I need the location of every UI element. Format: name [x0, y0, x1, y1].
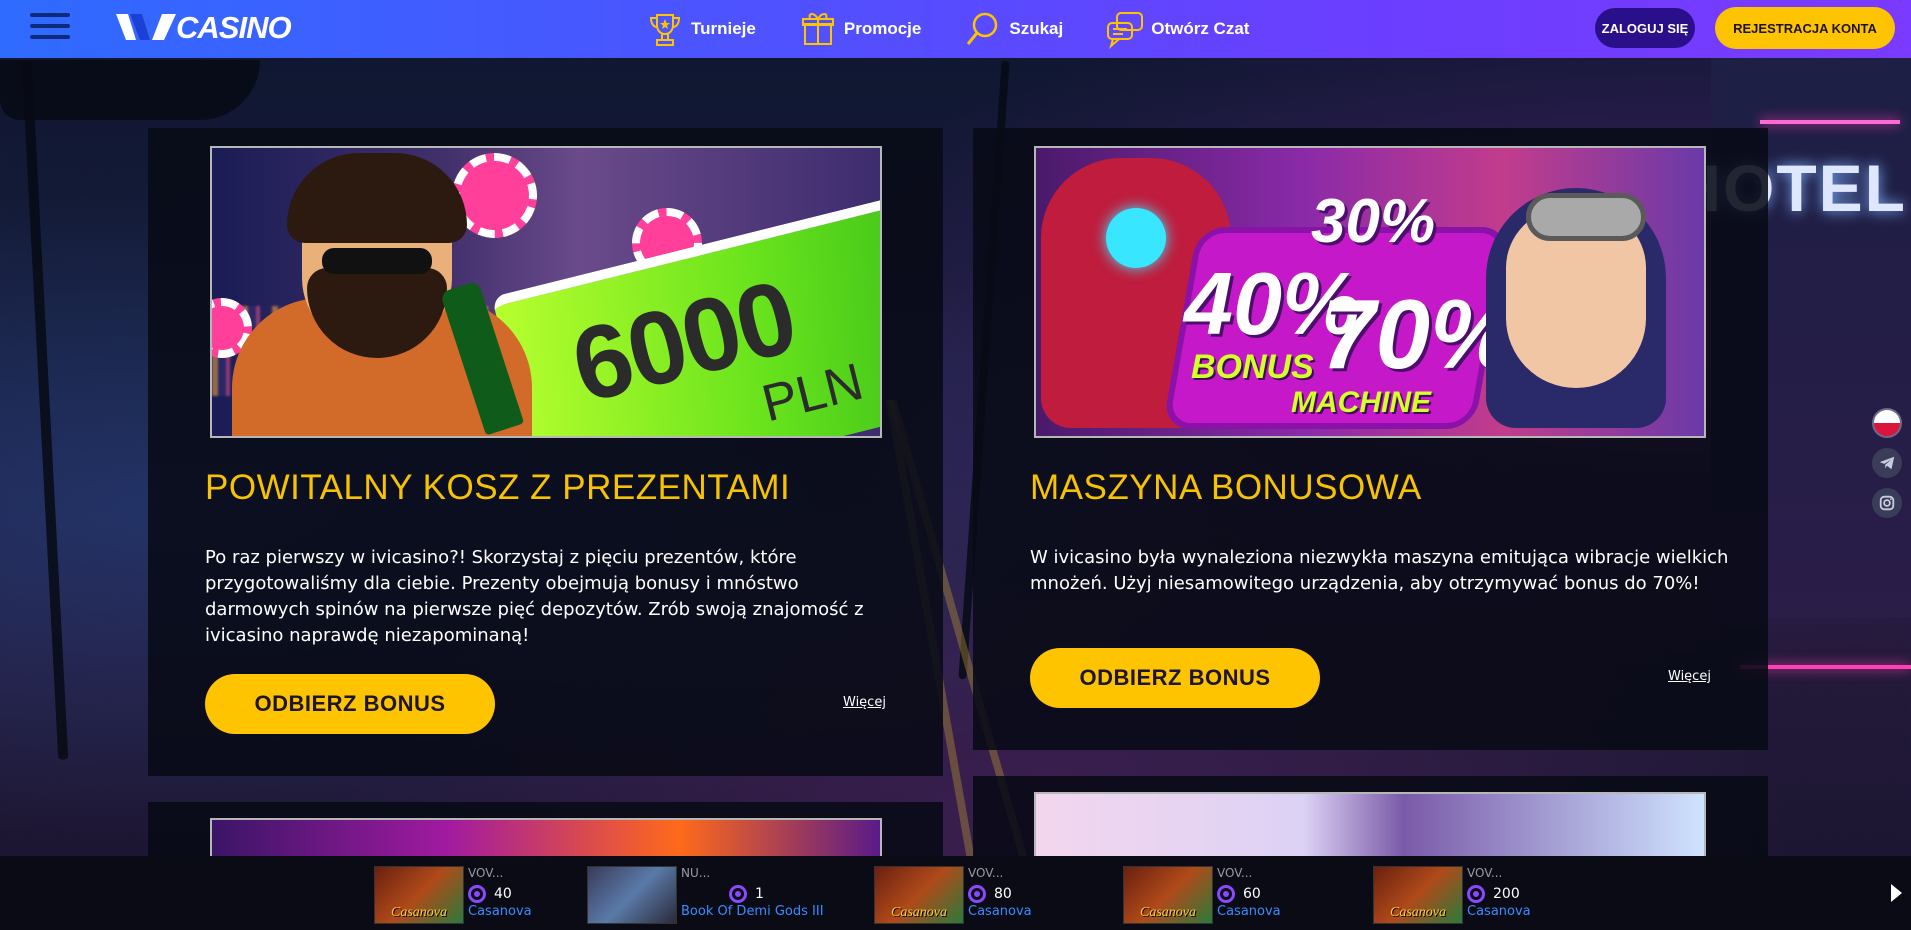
- promo-card-welcome: 6000 PLN POWITALNY KOSZ Z PREZENTAMI Po …: [148, 128, 943, 776]
- side-social-icons: [1872, 408, 1904, 528]
- top-navbar: CASINO Turnieje Promocje Szukaj Otwórz C…: [0, 0, 1911, 58]
- winner-username: VOV...: [1217, 866, 1253, 880]
- coin-icon: [1467, 885, 1485, 903]
- promo-banner-bonus-machine[interactable]: 30% 40% 70% BONUS MACHINE: [1034, 146, 1706, 438]
- winner-item[interactable]: Casanova VOV... 200 Casanova: [1373, 866, 1531, 924]
- winner-game-link[interactable]: Casanova: [1217, 904, 1281, 919]
- winner-amount-row: 1: [681, 884, 824, 904]
- more-link[interactable]: Więcej: [1668, 669, 1711, 684]
- poland-flag-icon[interactable]: [1872, 408, 1902, 438]
- coin-icon: [968, 885, 986, 903]
- winner-info: VOV... 200 Casanova: [1467, 866, 1531, 922]
- winner-username: VOV...: [468, 866, 504, 880]
- coin-icon: [729, 885, 747, 903]
- register-button[interactable]: REJESTRACJA KONTA: [1715, 7, 1895, 49]
- game-thumbnail: [587, 866, 677, 924]
- winner-info: VOV... 60 Casanova: [1217, 866, 1281, 922]
- nav-label: Turnieje: [691, 19, 756, 38]
- character-goggles: [1526, 193, 1646, 241]
- instagram-icon[interactable]: [1872, 488, 1902, 518]
- promo-card-bonus-machine: 30% 40% 70% BONUS MACHINE MASZYNA BONUSO…: [973, 128, 1768, 750]
- promo-title: MASZYNA BONUSOWA: [1030, 468, 1422, 507]
- winner-info: VOV... 40 Casanova: [468, 866, 532, 922]
- winner-info: VOV... 80 Casanova: [968, 866, 1032, 922]
- nav-label: Szukaj: [1009, 19, 1064, 38]
- nav-label: Promocje: [843, 19, 922, 38]
- winner-game-link[interactable]: Casanova: [968, 904, 1032, 919]
- game-thumbnail: Casanova: [1373, 866, 1463, 924]
- coin-icon: [1217, 885, 1235, 903]
- promo-title: POWITALNY KOSZ Z PREZENTAMI: [205, 468, 791, 507]
- character-sunglasses: [322, 248, 432, 274]
- winner-amount: 200: [1493, 886, 1520, 902]
- more-link[interactable]: Więcej: [843, 695, 886, 710]
- nav-promotions[interactable]: Promocje: [798, 9, 921, 49]
- winner-amount: 80: [994, 886, 1012, 902]
- game-thumbnail: Casanova: [374, 866, 464, 924]
- neon-strip: [1760, 120, 1900, 124]
- chat-icon: [1107, 12, 1144, 49]
- promo-description: W ivicasino była wynaleziona niezwykła m…: [1030, 547, 1729, 594]
- coin-icon: [468, 885, 486, 903]
- winner-amount-row: 60: [1217, 884, 1281, 904]
- winner-amount-row: 200: [1467, 884, 1531, 904]
- winner-item[interactable]: Casanova VOV... 60 Casanova: [1123, 866, 1281, 924]
- nav-open-chat[interactable]: Otwórz Czat: [1105, 9, 1249, 49]
- winner-amount-row: 40: [468, 884, 532, 904]
- login-button[interactable]: ZALOGUJ SIĘ: [1595, 8, 1695, 48]
- promo-banner-welcome[interactable]: 6000 PLN: [210, 146, 882, 438]
- promo-description: Po raz pierwszy w ivicasino?! Skorzystaj…: [205, 547, 864, 646]
- claim-bonus-button[interactable]: ODBIERZ BONUS: [205, 674, 495, 734]
- nav-tournaments[interactable]: Turnieje: [645, 9, 756, 49]
- palm-silhouette: [21, 60, 69, 760]
- winner-game-link[interactable]: Book Of Demi Gods III: [681, 904, 824, 919]
- gift-icon: [801, 13, 834, 45]
- claim-bonus-button[interactable]: ODBIERZ BONUS: [1030, 648, 1320, 708]
- banner-word: MACHINE: [1291, 386, 1431, 419]
- search-icon: [967, 12, 998, 45]
- game-thumbnail: Casanova: [874, 866, 964, 924]
- winner-username: VOV...: [1467, 866, 1503, 880]
- trophy-icon: [649, 14, 681, 46]
- robot-eye: [1106, 208, 1166, 268]
- winner-amount: 60: [1243, 886, 1261, 902]
- winner-username: NU...: [681, 866, 711, 880]
- main-nav: Turnieje Promocje Szukaj Otwórz Czat: [645, 0, 1291, 58]
- logo[interactable]: CASINO: [116, 10, 292, 46]
- next-arrow-icon[interactable]: [1891, 884, 1902, 902]
- nav-label: Otwórz Czat: [1151, 19, 1250, 38]
- banner-percent: 30%: [1311, 187, 1436, 256]
- winner-game-link[interactable]: Casanova: [1467, 904, 1531, 919]
- recent-winners-bar: Casanova VOV... 40 Casanova NU... 1 Book…: [0, 856, 1911, 930]
- character-hair: [287, 153, 467, 243]
- palm-silhouette: [0, 60, 260, 120]
- winner-amount-row: 80: [968, 884, 1032, 904]
- winner-item[interactable]: NU... 1 Book Of Demi Gods III: [587, 866, 824, 924]
- winner-info: NU... 1 Book Of Demi Gods III: [681, 866, 824, 922]
- winner-amount: 40: [494, 886, 512, 902]
- banner-word: BONUS: [1191, 348, 1314, 386]
- telegram-icon[interactable]: [1872, 448, 1902, 478]
- hamburger-menu-icon[interactable]: [30, 13, 70, 43]
- winner-item[interactable]: Casanova VOV... 40 Casanova: [374, 866, 532, 924]
- game-thumbnail: Casanova: [1123, 866, 1213, 924]
- winner-username: VOV...: [968, 866, 1004, 880]
- logo-text: CASINO: [176, 10, 292, 45]
- winner-item[interactable]: Casanova VOV... 80 Casanova: [874, 866, 1032, 924]
- winner-amount: 1: [755, 886, 764, 902]
- logo-mark-icon: [116, 14, 176, 40]
- nav-search[interactable]: Szukaj: [963, 9, 1063, 49]
- winner-game-link[interactable]: Casanova: [468, 904, 532, 919]
